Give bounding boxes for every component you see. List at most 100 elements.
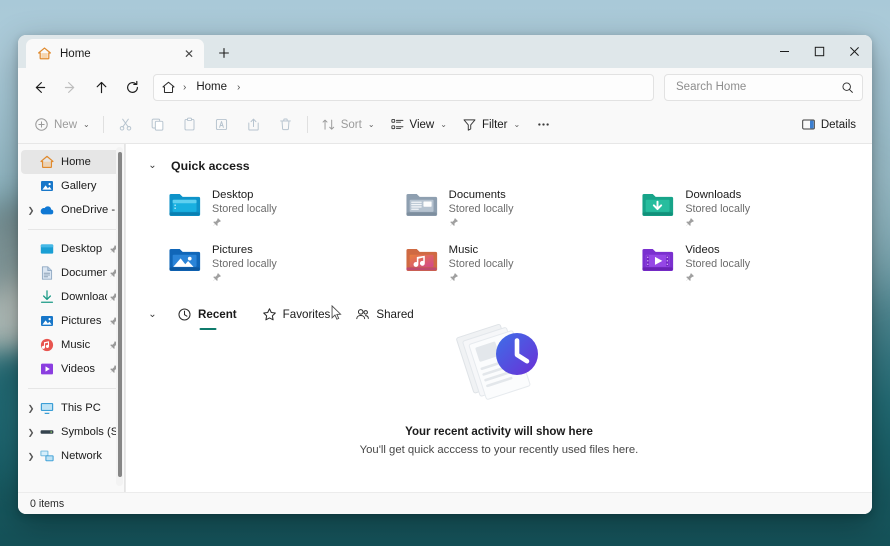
window-body: Home Gallery ❯ OneDrive - Desktop Docume… (18, 144, 872, 492)
sidebar-item-videos[interactable]: Videos (21, 357, 122, 381)
quick-access-tile-text: Pictures Stored locally (212, 242, 277, 282)
maximize-button[interactable] (802, 35, 837, 68)
forward-button[interactable] (55, 73, 85, 101)
tile-name: Pictures (212, 244, 253, 256)
delete-icon (279, 118, 291, 131)
videos-folder-icon (642, 249, 674, 271)
sidebar-item-pictures[interactable]: Pictures (21, 309, 122, 333)
sidebar-item-gallery[interactable]: Gallery (21, 174, 122, 198)
share-icon (248, 118, 259, 131)
see-more-button[interactable] (528, 111, 559, 139)
tab-title: Home (60, 47, 91, 60)
tile-subtitle: Stored locally (685, 258, 751, 270)
breadcrumb-item-home[interactable]: Home (193, 79, 230, 95)
new-tab-button[interactable] (211, 40, 237, 66)
quick-access-tile-documents[interactable]: Documents Stored locally (399, 183, 636, 231)
search-input[interactable] (676, 81, 841, 93)
sidebar-item-label: This PC (61, 402, 101, 414)
search-box[interactable] (664, 73, 863, 101)
pin-icon (449, 273, 458, 281)
sort-icon (322, 119, 334, 130)
maximize-icon (814, 46, 825, 57)
sidebar-item-label: Music (61, 339, 91, 351)
refresh-button[interactable] (117, 73, 147, 101)
sidebar-item-network[interactable]: ❯ Network (21, 444, 122, 468)
sidebar-item-label: Documents (61, 267, 107, 279)
home-icon[interactable] (161, 80, 176, 95)
tab-close-icon[interactable]: ✕ (180, 45, 198, 63)
paste-button[interactable] (174, 111, 205, 139)
chevron-down-icon[interactable]: ⌄ (144, 157, 161, 174)
desktop-folder-icon (169, 194, 201, 216)
up-button[interactable] (86, 73, 116, 101)
search-icon[interactable] (841, 81, 854, 94)
window-controls (767, 35, 872, 68)
copy-button[interactable] (142, 111, 173, 139)
this-pc-icon (40, 403, 54, 414)
sidebar-item-symbols-drive[interactable]: ❯ Symbols (S:) (21, 420, 122, 444)
command-bar-divider (102, 116, 104, 133)
quick-access-tile-music[interactable]: Music Stored locally (399, 238, 636, 286)
tile-subtitle: Stored locally (212, 258, 277, 270)
share-button[interactable] (238, 111, 269, 139)
tile-subtitle: Stored locally (448, 258, 514, 270)
rename-button[interactable] (206, 111, 237, 139)
tile-subtitle: Stored locally (212, 203, 277, 215)
back-button[interactable] (24, 73, 54, 101)
sidebar-item-documents[interactable]: Documents (21, 261, 122, 285)
delete-button[interactable] (270, 111, 301, 139)
sort-button[interactable]: Sort ⌄ (314, 111, 382, 139)
view-button-label: View (409, 118, 435, 131)
tile-name: Documents (448, 189, 506, 201)
new-plus-circle-icon (35, 118, 48, 131)
view-button[interactable]: View ⌄ (383, 111, 454, 139)
sidebar-item-home[interactable]: Home (21, 150, 122, 174)
sidebar-item-label: Pictures (61, 315, 102, 327)
sidebar-edge-divider (124, 144, 125, 492)
breadcrumb[interactable]: › Home › (153, 73, 654, 101)
paste-icon (184, 117, 195, 131)
sidebar-item-onedrive[interactable]: ❯ OneDrive - Perso (21, 198, 122, 222)
sidebar-item-desktop[interactable]: Desktop (21, 237, 122, 261)
sidebar-item-this-pc[interactable]: ❯ This PC (21, 396, 122, 420)
file-explorer-window: Home ✕ › Home › Search Home New ⌄ Sort ⌄… (18, 35, 872, 514)
quick-access-header[interactable]: ⌄ Quick access (126, 144, 872, 174)
tab-home[interactable]: Home ✕ (26, 39, 204, 68)
sidebar-item-label: Gallery (61, 180, 97, 192)
new-button[interactable]: New ⌄ (27, 111, 97, 139)
sidebar-scrollbar[interactable] (116, 147, 123, 486)
plus-icon (219, 48, 229, 58)
recent-activity-illustration (456, 323, 538, 400)
sidebar-scrollbar-thumb[interactable] (117, 152, 122, 477)
sidebar-item-label: Videos (61, 363, 96, 375)
command-bar-divider-2 (306, 116, 308, 133)
sidebar-item-downloads[interactable]: Downloads (21, 285, 122, 309)
quick-access-tile-pictures[interactable]: Pictures Stored locally (162, 238, 399, 286)
quick-access-tile-text: Music Stored locally (448, 242, 514, 282)
cut-button[interactable] (110, 111, 141, 139)
details-pane-button[interactable]: Details (794, 111, 863, 139)
pin-icon (449, 218, 458, 226)
quick-access-tile-desktop[interactable]: Desktop Stored locally (162, 183, 399, 231)
quick-access-grid: Desktop Stored locally Documents Stored … (126, 174, 872, 286)
quick-access-tile-downloads[interactable]: Downloads Stored locally (635, 183, 872, 231)
minimize-button[interactable] (767, 35, 802, 68)
chevron-right-icon[interactable]: ❯ (23, 206, 39, 215)
quick-access-tile-text: Desktop Stored locally (212, 187, 277, 227)
tile-name: Videos (685, 244, 720, 256)
chevron-right-icon[interactable]: ❯ (23, 428, 39, 437)
gallery-icon (41, 181, 53, 191)
details-pane-icon (802, 119, 815, 130)
chevron-down-icon: ⌄ (513, 120, 521, 129)
filter-button[interactable]: Filter ⌄ (455, 111, 527, 139)
onedrive-icon (40, 206, 54, 215)
sidebar-item-music[interactable]: Music (21, 333, 122, 357)
navigation-pane: Home Gallery ❯ OneDrive - Desktop Docume… (18, 144, 126, 492)
chevron-right-icon[interactable]: ❯ (23, 404, 39, 413)
breadcrumb-separator-1[interactable]: › (178, 82, 191, 93)
close-button[interactable] (837, 35, 872, 68)
breadcrumb-separator-2[interactable]: › (232, 82, 245, 93)
rename-icon (215, 118, 227, 131)
chevron-right-icon[interactable]: ❯ (23, 452, 39, 461)
quick-access-tile-videos[interactable]: Videos Stored locally (635, 238, 872, 286)
